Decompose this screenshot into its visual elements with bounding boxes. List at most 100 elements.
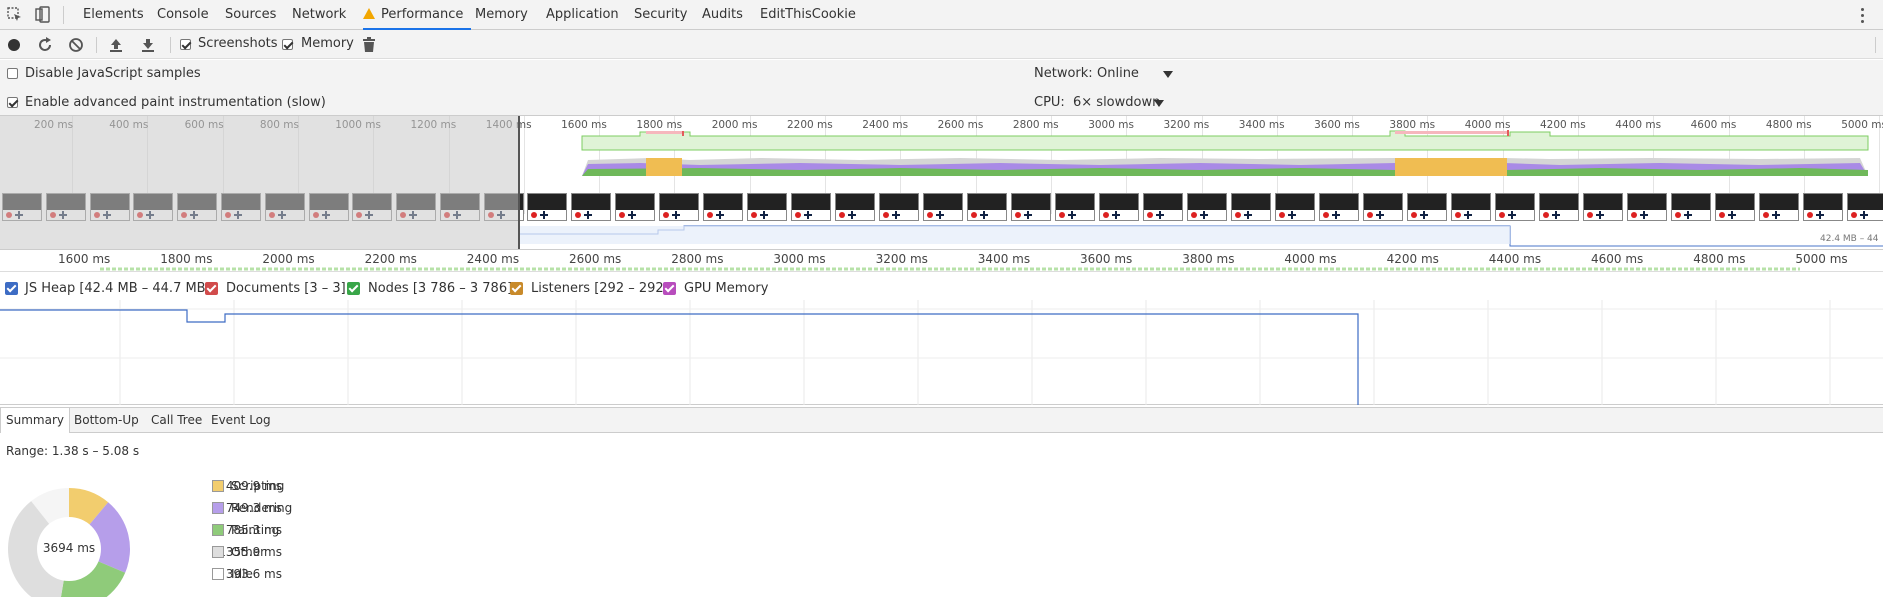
screenshot-thumbnail[interactable] xyxy=(659,193,699,221)
tab-audits[interactable]: Audits xyxy=(702,0,743,30)
screenshot-thumbnail[interactable] xyxy=(1671,193,1711,221)
screenshot-thumbnail[interactable] xyxy=(1451,193,1491,221)
screenshot-thumbnail[interactable] xyxy=(791,193,831,221)
screenshot-thumbnail[interactable] xyxy=(747,193,787,221)
screenshot-thumbnail[interactable] xyxy=(1055,193,1095,221)
nodes-checkbox[interactable] xyxy=(347,282,360,295)
screenshot-thumbnail[interactable] xyxy=(1847,193,1883,221)
tab-security[interactable]: Security xyxy=(634,0,687,30)
screenshot-thumbnail[interactable] xyxy=(1803,193,1843,221)
save-profile-icon[interactable] xyxy=(140,37,156,53)
performance-toolbar: Screenshots Memory xyxy=(0,30,1883,59)
screenshot-thumbnail[interactable] xyxy=(1319,193,1359,221)
cpu-label: CPU: xyxy=(1034,95,1065,110)
screenshot-thumbnail[interactable] xyxy=(703,193,743,221)
screenshot-thumbnail[interactable] xyxy=(527,193,567,221)
timeline-overview[interactable]: 200 ms400 ms600 ms800 ms1000 ms1200 ms14… xyxy=(0,116,1883,250)
overview-selection-handle-left[interactable] xyxy=(518,116,520,249)
cpu-throttle-select[interactable]: 6× slowdown xyxy=(1073,92,1173,114)
summary-range: Range: 1.38 s – 5.08 s xyxy=(6,444,140,458)
record-icon[interactable] xyxy=(7,37,23,53)
network-label: Network: xyxy=(1034,66,1093,81)
devtools-tab-bar: Elements Console Sources Network Perform… xyxy=(0,0,1883,30)
screenshot-thumbnail[interactable] xyxy=(1407,193,1447,221)
tab-performance[interactable]: Performance xyxy=(363,0,472,30)
tab-bottom-up[interactable]: Bottom-Up xyxy=(74,408,139,433)
screenshot-thumbnail[interactable] xyxy=(1583,193,1623,221)
screenshot-thumbnail[interactable] xyxy=(923,193,963,221)
rendering-swatch xyxy=(212,502,224,514)
screenshot-thumbnail[interactable] xyxy=(1011,193,1051,221)
tab-network[interactable]: Network xyxy=(292,0,346,30)
screenshot-thumbnail[interactable] xyxy=(1715,193,1755,221)
tab-application[interactable]: Application xyxy=(546,0,619,30)
dropdown-arrow-icon xyxy=(1154,100,1164,107)
screenshot-thumbnail[interactable] xyxy=(835,193,875,221)
ruler-tick-label: 5000 ms xyxy=(1795,252,1848,266)
tab-elements[interactable]: Elements xyxy=(83,0,144,30)
documents-checkbox[interactable] xyxy=(205,282,218,295)
ruler-tick-label: 3200 ms xyxy=(875,252,928,266)
js-heap-checkbox[interactable] xyxy=(5,282,18,295)
screenshot-thumbnail[interactable] xyxy=(967,193,1007,221)
screenshots-checkbox[interactable] xyxy=(180,39,191,50)
ruler-tick-label: 4800 ms xyxy=(1693,252,1746,266)
ruler-tick-label: 2400 ms xyxy=(466,252,520,266)
tab-event-log[interactable]: Event Log xyxy=(211,408,271,433)
collect-garbage-icon[interactable] xyxy=(362,37,378,53)
overview-heap-label: 42.4 MB – 44 xyxy=(1820,234,1879,244)
load-profile-icon[interactable] xyxy=(108,37,124,53)
clear-icon[interactable] xyxy=(68,37,84,53)
tab-call-tree[interactable]: Call Tree xyxy=(151,408,202,433)
ruler-tick-label: 3800 ms xyxy=(1182,252,1235,266)
ruler-tick-label: 4600 ms xyxy=(1591,252,1644,266)
summary-total: 3694 ms xyxy=(42,541,96,555)
screenshot-thumbnail[interactable] xyxy=(1143,193,1183,221)
tab-editthiscookie[interactable]: EditThisCookie xyxy=(760,0,856,30)
disable-js-samples-checkbox[interactable] xyxy=(7,68,18,79)
details-tab-bar: Summary Bottom-Up Call Tree Event Log xyxy=(0,407,1883,433)
screenshots-label: Screenshots xyxy=(198,36,278,51)
other-label: Other xyxy=(231,545,266,559)
tab-console[interactable]: Console xyxy=(157,0,209,30)
tab-memory[interactable]: Memory xyxy=(475,0,528,30)
screenshot-thumbnail[interactable] xyxy=(879,193,919,221)
screenshot-thumbnail[interactable] xyxy=(571,193,611,221)
network-throttle-select[interactable]: Online xyxy=(1097,63,1177,85)
disable-js-samples-label: Disable JavaScript samples xyxy=(25,66,201,81)
device-toolbar-icon[interactable] xyxy=(35,6,51,24)
advanced-paint-checkbox[interactable] xyxy=(7,97,18,108)
gpu-memory-label: GPU Memory xyxy=(684,281,769,296)
gpu-memory-checkbox[interactable] xyxy=(663,282,676,295)
screenshot-thumbnail[interactable] xyxy=(1495,193,1535,221)
ruler-tick-label: 2000 ms xyxy=(262,252,315,266)
scripting-label: Scripting xyxy=(231,479,285,493)
reload-record-icon[interactable] xyxy=(38,37,54,53)
ruler-tick-label: 4200 ms xyxy=(1386,252,1439,266)
tab-summary[interactable]: Summary xyxy=(0,408,70,433)
advanced-paint-label: Enable advanced paint instrumentation (s… xyxy=(25,95,326,110)
screenshot-thumbnail[interactable] xyxy=(1099,193,1139,221)
ruler-tick-label: 3000 ms xyxy=(773,252,826,266)
listeners-checkbox[interactable] xyxy=(510,282,523,295)
summary-pie-chart xyxy=(8,488,130,597)
screenshot-thumbnail[interactable] xyxy=(1275,193,1315,221)
network-throttle-value: Online xyxy=(1097,66,1139,81)
screenshot-thumbnail[interactable] xyxy=(1539,193,1579,221)
inspect-element-icon[interactable] xyxy=(7,7,23,23)
other-swatch xyxy=(212,546,224,558)
screenshot-thumbnail[interactable] xyxy=(1187,193,1227,221)
tab-sources[interactable]: Sources xyxy=(225,0,276,30)
more-options-icon[interactable] xyxy=(1860,6,1864,24)
overview-unselected-region xyxy=(0,116,518,249)
ruler-tick-label: 3400 ms xyxy=(977,252,1031,266)
screenshot-thumbnail[interactable] xyxy=(1759,193,1799,221)
screenshot-thumbnail[interactable] xyxy=(1363,193,1403,221)
memory-checkbox[interactable] xyxy=(282,39,293,50)
screenshot-thumbnail[interactable] xyxy=(1231,193,1271,221)
screenshot-thumbnail[interactable] xyxy=(1627,193,1667,221)
screenshot-thumbnail[interactable] xyxy=(615,193,655,221)
tab-performance-label: Performance xyxy=(381,7,464,22)
memory-label: Memory xyxy=(301,36,354,51)
painting-label: Painting xyxy=(231,523,280,537)
